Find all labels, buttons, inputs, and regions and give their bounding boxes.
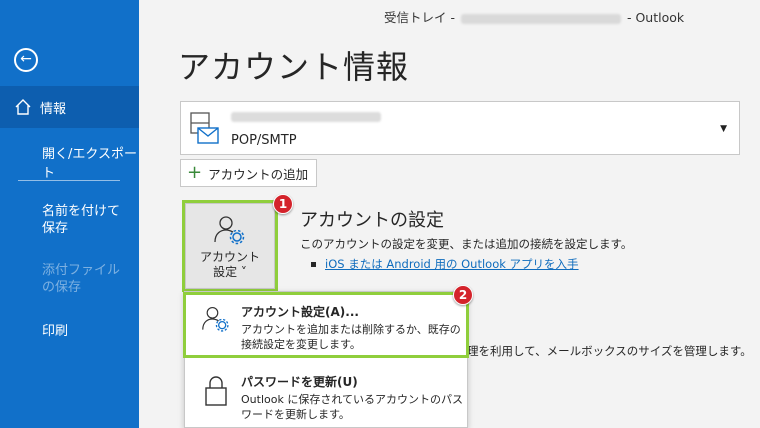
sidebar-item-print[interactable]: 印刷 <box>0 320 139 339</box>
sidebar-divider <box>18 180 120 181</box>
menu-item-description: アカウントを追加または削除するか、既存の接続設定を変更します。 <box>241 323 461 351</box>
sidebar-item-save-attachments[interactable]: 添付ファイルの保存 <box>0 262 128 296</box>
person-gear-icon <box>214 216 245 245</box>
plus-icon: + <box>187 162 203 183</box>
sidebar-item-info[interactable]: 情報 <box>0 86 139 128</box>
sidebar-item-open-export[interactable]: 開く/エクスポート <box>0 143 139 181</box>
account-settings-menu: アカウント設定(A)... アカウントを追加または削除するか、既存の接続設定を変… <box>183 291 469 428</box>
dropdown-caret-icon: ▼ <box>720 124 727 134</box>
bullet-icon <box>311 262 316 267</box>
backstage-sidebar: ← 情報 開く/エクスポート 名前を付けて保存 添付ファイルの保存 印刷 <box>0 0 139 428</box>
menu-item-title: パスワードを更新(U) <box>241 375 358 389</box>
main-content: 受信トレイ -- Outlook アカウント情報 POP/SMTP ▼ + アカ… <box>139 0 760 428</box>
account-settings-button[interactable]: アカウント 設定 ˅ <box>182 200 278 292</box>
account-selector[interactable]: POP/SMTP ▼ <box>180 101 740 155</box>
menu-item-account-settings[interactable]: アカウント設定(A)... アカウントを追加または削除するか、既存の接続設定を変… <box>183 292 469 358</box>
redacted-email <box>460 13 621 24</box>
person-gear-icon <box>202 306 229 332</box>
window-title: 受信トレイ -- Outlook <box>384 10 685 25</box>
step-badge-2: 2 <box>453 285 473 305</box>
get-outlook-app-link[interactable]: iOS または Android 用の Outlook アプリを入手 <box>311 256 579 272</box>
step-badge-1: 1 <box>273 194 293 214</box>
sidebar-item-save-as[interactable]: 名前を付けて保存 <box>0 203 128 237</box>
home-icon <box>15 99 31 115</box>
mailbox-icon <box>190 112 219 144</box>
back-arrow-icon[interactable]: ← <box>14 48 38 72</box>
menu-item-description: Outlook に保存されているアカウントのパスワードを更新します。 <box>241 393 463 421</box>
account-type: POP/SMTP <box>231 133 297 148</box>
redacted-account-email <box>231 112 381 122</box>
account-settings-description: このアカウントの設定を変更、または追加の接続を設定します。 <box>300 237 633 251</box>
sidebar-item-label: 情報 <box>40 101 67 117</box>
lock-icon <box>205 376 227 406</box>
page-title: アカウント情報 <box>178 48 410 86</box>
menu-item-title: アカウント設定(A)... <box>241 305 359 319</box>
account-settings-button-label: アカウント 設定 ˅ <box>199 250 260 279</box>
mailbox-cleanup-description: 理を利用して、メールボックスのサイズを管理します。 <box>467 344 752 358</box>
account-settings-title: アカウントの設定 <box>300 210 444 231</box>
menu-item-update-password[interactable]: パスワードを更新(U) Outlook に保存されているアカウントのパスワードを… <box>185 364 467 426</box>
add-account-button[interactable]: + アカウントの追加 <box>180 159 318 187</box>
